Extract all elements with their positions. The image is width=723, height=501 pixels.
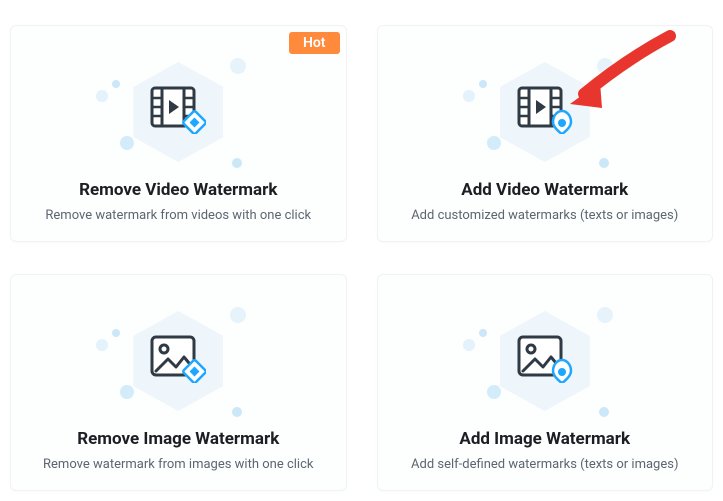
card-add-video-watermark[interactable]: Add Video Watermark Add customized water…	[377, 25, 714, 242]
card-remove-image-watermark[interactable]: Remove Image Watermark Remove watermark …	[10, 274, 347, 491]
card-desc: Remove watermark from videos with one cl…	[45, 208, 311, 223]
card-title: Add Image Watermark	[459, 429, 630, 449]
icon-area	[118, 52, 238, 172]
image-remove-icon	[150, 335, 206, 387]
card-desc: Remove watermark from images with one cl…	[43, 457, 313, 472]
card-title: Remove Image Watermark	[77, 429, 279, 449]
hot-badge: Hot	[289, 32, 340, 54]
icon-area	[485, 52, 605, 172]
card-desc: Add customized watermarks (texts or imag…	[411, 208, 678, 223]
icon-area	[485, 301, 605, 421]
card-add-image-watermark[interactable]: Add Image Watermark Add self-defined wat…	[377, 274, 714, 491]
icon-area	[118, 301, 238, 421]
feature-grid: Hot Remo	[0, 0, 723, 501]
video-remove-icon	[150, 86, 206, 138]
image-add-icon	[517, 335, 573, 387]
card-title: Add Video Watermark	[461, 180, 628, 200]
card-remove-video-watermark[interactable]: Hot Remo	[10, 25, 347, 242]
video-add-icon	[517, 86, 573, 138]
card-title: Remove Video Watermark	[79, 180, 277, 200]
card-desc: Add self-defined watermarks (texts or im…	[411, 457, 678, 472]
